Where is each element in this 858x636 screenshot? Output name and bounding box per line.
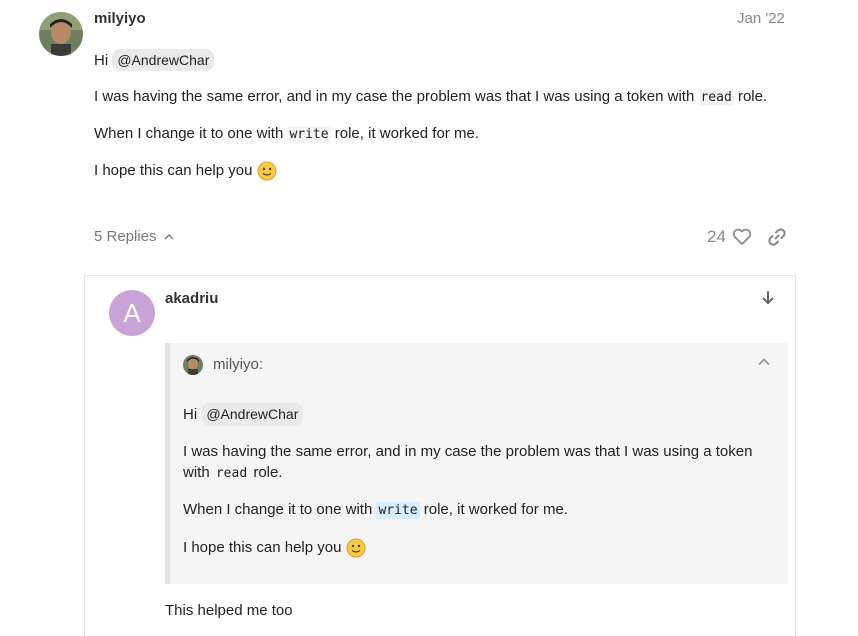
quote-paragraph-3: I hope this can help you — [183, 537, 366, 558]
quote-paragraph-1: I was having the same error, and in my c… — [183, 441, 773, 484]
quote-author-name: milyiyo: — [213, 356, 264, 373]
paragraph-text: When I change it to one with — [94, 125, 284, 142]
paragraph-text: with — [183, 464, 210, 481]
link-icon — [768, 228, 786, 246]
replies-toggle-button[interactable]: 5 Replies — [94, 228, 175, 245]
avatar-milyiyo[interactable] — [39, 12, 83, 56]
like-button[interactable]: 24 — [707, 227, 752, 247]
post-greeting-line: Hi @AndrewChar — [94, 49, 215, 71]
post-date[interactable]: Jan '22 — [737, 10, 785, 27]
paragraph-text: role. — [737, 88, 768, 105]
slightly-smiling-face-icon — [257, 161, 277, 181]
paragraph-text: When I change it to one with — [183, 501, 373, 518]
reply-username[interactable]: akadriu — [165, 290, 218, 307]
mention-andrewchar[interactable]: @AndrewChar — [201, 403, 304, 426]
inline-code-write-highlighted: write — [376, 502, 420, 519]
paragraph-text: I was having the same error, and in my c… — [94, 88, 695, 105]
post-paragraph-2: When I change it to one with write role,… — [94, 124, 479, 145]
inline-code-write: write — [287, 126, 331, 143]
jump-to-post-button[interactable] — [759, 289, 777, 307]
like-count: 24 — [707, 227, 726, 246]
share-link-button[interactable] — [766, 226, 788, 248]
chevron-up-icon — [163, 233, 174, 240]
quote-greeting-line: Hi @AndrewChar — [183, 403, 304, 426]
paragraph-text: role, it worked for me. — [423, 501, 568, 518]
heart-icon — [732, 228, 751, 245]
post-paragraph-1: I was having the same error, and in my c… — [94, 87, 767, 108]
collapse-quote-button[interactable] — [756, 354, 772, 370]
quote-author-avatar[interactable] — [183, 355, 203, 375]
avatar-letter: A — [123, 297, 141, 328]
greeting-text: Hi — [94, 52, 109, 69]
slightly-smiling-face-icon — [346, 538, 366, 558]
paragraph-text: role. — [253, 464, 283, 481]
arrow-down-icon — [762, 291, 774, 304]
avatar-akadriu[interactable]: A — [109, 290, 155, 336]
inline-code-read: read — [698, 89, 734, 106]
paragraph-text: I hope this can help you — [94, 162, 253, 179]
replies-count-label: 5 Replies — [94, 228, 157, 245]
paragraph-text: I hope this can help you — [183, 539, 342, 556]
mention-andrewchar[interactable]: @AndrewChar — [112, 49, 215, 71]
reply-body-text: This helped me too — [165, 602, 293, 619]
post-paragraph-3: I hope this can help you — [94, 161, 277, 181]
chevron-up-icon — [758, 358, 770, 366]
quote-paragraph-2: When I change it to one with write role,… — [183, 499, 568, 521]
paragraph-text: I was having the same error, and in my c… — [183, 443, 753, 460]
paragraph-text: role, it worked for me. — [334, 125, 479, 142]
inline-code-read: read — [213, 465, 250, 482]
post-username[interactable]: milyiyo — [94, 10, 146, 27]
greeting-text: Hi — [183, 406, 198, 423]
